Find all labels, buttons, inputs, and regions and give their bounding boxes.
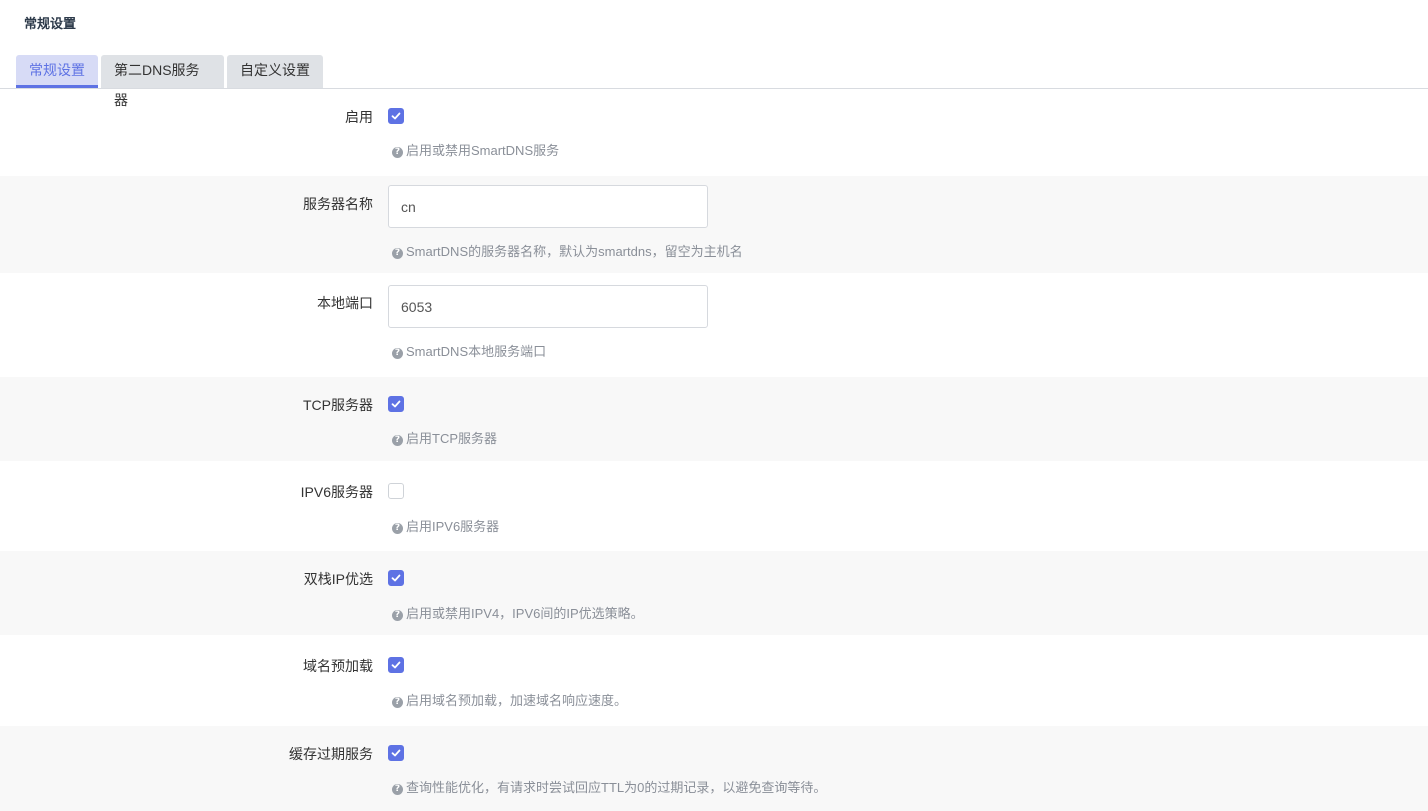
section-title: 常规设置 [24,16,77,31]
local-port-label: 本地端口 [317,295,373,311]
row-enable: 启用 ? 启用或禁用SmartDNS服务 [0,89,1428,176]
enable-help: ? 启用或禁用SmartDNS服务 [392,140,559,159]
serve-expired-checkbox[interactable] [388,745,404,761]
server-name-label: 服务器名称 [303,196,373,212]
tcp-server-checkbox[interactable] [388,396,404,412]
question-circle-icon: ? [392,248,403,259]
row-ipv6-server: IPV6服务器 ? 启用IPV6服务器 [0,461,1428,551]
server-name-input[interactable] [388,185,708,228]
dualstack-ip-help-text: 启用或禁用IPV4，IPV6间的IP优选策略。 [406,606,644,621]
ipv6-server-label: IPV6服务器 [300,484,373,500]
row-serve-expired: 缓存过期服务 ? 查询性能优化，有请求时尝试回应TTL为0的过期记录，以避免查询等… [0,726,1428,811]
local-port-help: ? SmartDNS本地服务端口 [392,341,546,360]
tcp-server-help: ? 启用TCP服务器 [392,428,497,447]
dualstack-ip-label: 双栈IP优选 [303,571,373,587]
row-prefetch: 域名预加载 ? 启用域名预加载，加速域名响应速度。 [0,635,1428,726]
ipv6-server-help: ? 启用IPV6服务器 [392,516,499,535]
row-dualstack-ip: 双栈IP优选 ? 启用或禁用IPV4，IPV6间的IP优选策略。 [0,551,1428,635]
ipv6-server-help-text: 启用IPV6服务器 [406,519,500,534]
question-circle-icon: ? [392,435,403,446]
checkmark-icon [391,574,401,582]
settings-page: 常规设置 常规设置 第二DNS服务器 自定义设置 启用 ? 启用或禁用SmartD… [0,0,1428,811]
question-circle-icon: ? [392,610,403,621]
ipv6-server-checkbox[interactable] [388,483,404,499]
checkmark-icon [391,749,401,757]
checkmark-icon [391,400,401,408]
dualstack-ip-help: ? 启用或禁用IPV4，IPV6间的IP优选策略。 [392,603,644,622]
prefetch-help-text: 启用域名预加载，加速域名响应速度。 [406,693,628,708]
tcp-server-help-text: 启用TCP服务器 [406,431,498,446]
local-port-help-text: SmartDNS本地服务端口 [406,344,547,359]
row-tcp-server: TCP服务器 ? 启用TCP服务器 [0,377,1428,461]
serve-expired-label: 缓存过期服务 [289,746,373,762]
question-circle-icon: ? [392,697,403,708]
prefetch-checkbox[interactable] [388,657,404,673]
enable-checkbox[interactable] [388,108,404,124]
checkmark-icon [391,112,401,120]
serve-expired-help-text: 查询性能优化，有请求时尝试回应TTL为0的过期记录，以避免查询等待。 [406,780,827,795]
server-name-help-text: SmartDNS的服务器名称，默认为smartdns，留空为主机名 [406,244,743,259]
tab-secondary-dns-server[interactable]: 第二DNS服务器 [101,55,224,108]
prefetch-help: ? 启用域名预加载，加速域名响应速度。 [392,690,627,709]
server-name-help: ? SmartDNS的服务器名称，默认为smartdns，留空为主机名 [392,241,743,260]
question-circle-icon: ? [392,784,403,795]
tab-general-settings[interactable]: 常规设置 [16,55,98,88]
enable-label: 启用 [345,109,373,125]
question-circle-icon: ? [392,348,403,359]
prefetch-label: 域名预加载 [303,658,373,674]
tcp-server-label: TCP服务器 [303,397,373,413]
row-local-port: 本地端口 ?SmartDNS本地服务端口 [0,273,1428,377]
tab-bar: 常规设置 第二DNS服务器 自定义设置 [0,55,1428,108]
dualstack-ip-checkbox[interactable] [388,570,404,586]
row-server-name: 服务器名称 ?SmartDNS的服务器名称，默认为smartdns，留空为主机名 [0,176,1428,273]
enable-help-text: 启用或禁用SmartDNS服务 [406,143,560,158]
tab-custom-settings[interactable]: 自定义设置 [227,55,323,88]
question-circle-icon: ? [392,523,403,534]
serve-expired-help: ? 查询性能优化，有请求时尝试回应TTL为0的过期记录，以避免查询等待。 [392,777,826,796]
checkmark-icon [391,661,401,669]
question-circle-icon: ? [392,147,403,158]
local-port-input[interactable] [388,285,708,328]
